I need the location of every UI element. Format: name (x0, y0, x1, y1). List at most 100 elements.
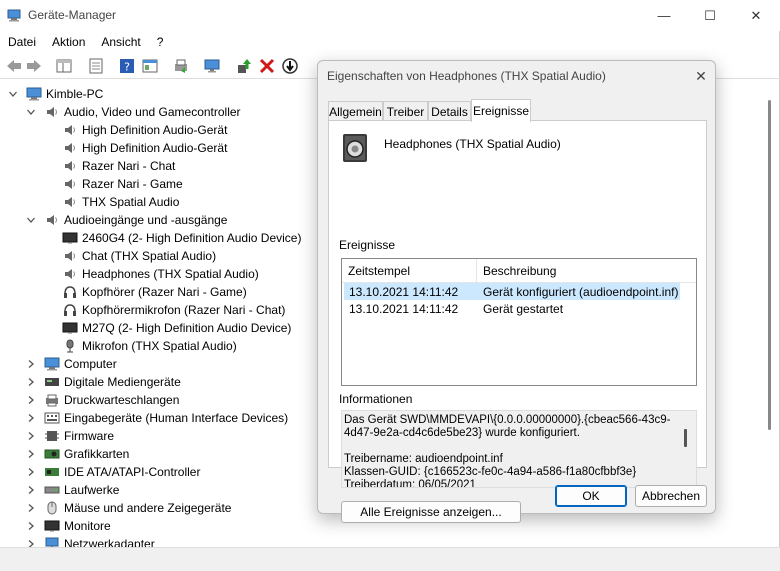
menu-datei[interactable]: Datei (0, 35, 44, 49)
expand-chevron-icon[interactable] (26, 467, 36, 477)
tree-item[interactable]: Audioeingänge und -ausgänge (26, 211, 227, 229)
event-row[interactable]: 13.10.2021 14:11:42 Gerät gestartet (344, 300, 680, 317)
monitor-icon (44, 520, 60, 532)
update-driver-icon[interactable] (235, 57, 253, 75)
tree-item[interactable]: M27Q (2- High Definition Audio Device) (44, 319, 291, 337)
column-separator[interactable] (476, 259, 477, 283)
tree-item-label: Computer (64, 357, 117, 371)
expand-chevron-icon[interactable] (26, 431, 36, 441)
svg-text:?: ? (124, 61, 130, 74)
menu-aktion[interactable]: Aktion (44, 35, 93, 49)
expand-chevron-icon[interactable] (26, 413, 36, 423)
dialog-close-icon[interactable]: ✕ (690, 65, 712, 87)
cancel-button[interactable]: Abbrechen (635, 485, 707, 507)
collapse-chevron-icon[interactable] (8, 89, 18, 99)
tree-item[interactable]: THX Spatial Audio (44, 193, 179, 211)
tree-item[interactable]: Kopfhörermikrofon (Razer Nari - Chat) (44, 301, 285, 319)
tree-item-label: Digitale Mediengeräte (64, 375, 181, 389)
tab-ereignisse[interactable]: Ereignisse (471, 99, 531, 122)
event-description: Gerät konfiguriert (audioendpoint.inf) (483, 285, 679, 299)
expand-chevron-icon[interactable] (26, 377, 36, 387)
event-row[interactable]: 13.10.2021 14:11:42 Gerät konfiguriert (… (344, 283, 680, 300)
scan-hardware-icon[interactable] (203, 57, 221, 75)
tree-item-label: Audio, Video und Gamecontroller (64, 105, 241, 119)
properties-icon[interactable] (55, 57, 73, 75)
tree-item[interactable]: Audio, Video und Gamecontroller (26, 103, 241, 121)
tree-item[interactable]: High Definition Audio-Gerät (44, 139, 227, 157)
collapse-chevron-icon[interactable] (26, 215, 36, 225)
uninstall-icon[interactable] (258, 57, 276, 75)
tree-scrollbar-thumb[interactable] (768, 100, 771, 430)
tab-treiber[interactable]: Treiber (383, 101, 428, 121)
tree-item-label: Laufwerke (64, 483, 120, 497)
firmware-icon (45, 431, 59, 441)
info-line: Klassen-GUID: {c166523c-fe0c-4a94-a586-f… (344, 466, 637, 478)
column-zeitstempel[interactable]: Zeitstempel (348, 264, 410, 278)
info-label: Informationen (339, 392, 413, 406)
tree-scrollbar[interactable] (765, 82, 777, 547)
tree-item[interactable]: Digitale Mediengeräte (26, 373, 181, 391)
tree-item[interactable]: Razer Nari - Chat (44, 157, 175, 175)
tree-item-label: Firmware (64, 429, 114, 443)
tree-item[interactable]: Razer Nari - Game (44, 175, 183, 193)
minimize-button[interactable]: — (641, 0, 687, 31)
help-icon[interactable]: ? (118, 57, 136, 75)
forward-arrow-icon[interactable] (25, 57, 43, 75)
tree-item[interactable]: Mikrofon (THX Spatial Audio) (44, 337, 237, 355)
expand-chevron-icon[interactable] (26, 503, 36, 513)
document-icon[interactable] (87, 57, 105, 75)
all-events-button[interactable]: Alle Ereignisse anzeigen... (341, 501, 521, 523)
tree-item[interactable]: Firmware (26, 427, 114, 445)
tree-item[interactable]: Kopfhörer (Razer Nari - Game) (44, 283, 247, 301)
tree-item[interactable]: Eingabegeräte (Human Interface Devices) (26, 409, 288, 427)
tree-item[interactable]: Headphones (THX Spatial Audio) (44, 265, 259, 283)
expand-chevron-icon[interactable] (26, 449, 36, 459)
expand-chevron-icon[interactable] (26, 521, 36, 531)
headphones-icon (64, 304, 76, 316)
tree-item[interactable]: Laufwerke (26, 481, 119, 499)
tree-item[interactable]: Mäuse und andere Zeigegeräte (26, 499, 231, 517)
tree-item-label: Headphones (THX Spatial Audio) (82, 267, 259, 281)
tree-item[interactable]: 2460G4 (2- High Definition Audio Device) (44, 229, 301, 247)
events-list[interactable]: Zeitstempel Beschreibung 13.10.2021 14:1… (341, 258, 697, 386)
event-time: 13.10.2021 14:11:42 (349, 302, 459, 316)
expand-chevron-icon[interactable] (26, 485, 36, 495)
tree-item[interactable]: Computer (26, 355, 117, 373)
back-arrow-icon[interactable] (5, 57, 23, 75)
menu-help[interactable]: ? (149, 35, 172, 49)
info-line: Das Gerät SWD\MMDEVAPI\{0.0.0.00000000}.… (344, 414, 671, 426)
tree-root[interactable]: Kimble-PC (8, 85, 103, 103)
expand-chevron-icon[interactable] (26, 395, 36, 405)
collapse-chevron-icon[interactable] (26, 107, 36, 117)
tree-item[interactable]: Monitore (26, 517, 111, 535)
tree-item[interactable]: Grafikkarten (26, 445, 129, 463)
menu-ansicht[interactable]: Ansicht (93, 35, 148, 49)
device-manager-icon (7, 9, 21, 22)
close-button[interactable]: ✕ (733, 0, 779, 31)
info-scrollbar-thumb[interactable] (684, 429, 687, 447)
device-name: Headphones (THX Spatial Audio) (384, 137, 561, 151)
print-icon[interactable] (172, 57, 190, 75)
tab-details[interactable]: Details (428, 101, 471, 121)
tree-item-label: Netzwerkadapter (64, 537, 155, 547)
tab-allgemein[interactable]: Allgemein (328, 101, 383, 121)
tree-item[interactable]: High Definition Audio-Gerät (44, 121, 227, 139)
tree-item[interactable]: Druckwarteschlangen (26, 391, 179, 409)
tree-item-label: Audioeingänge und -ausgänge (64, 213, 228, 227)
expand-chevron-icon[interactable] (26, 359, 36, 369)
tree-item-label: 2460G4 (2- High Definition Audio Device) (82, 231, 302, 245)
speaker-icon (65, 197, 75, 207)
maximize-button[interactable]: ☐ (687, 0, 733, 31)
window-view-icon[interactable] (141, 57, 159, 75)
ok-button[interactable]: OK (555, 485, 627, 507)
tree-item[interactable]: Chat (THX Spatial Audio) (44, 247, 216, 265)
tree-item[interactable]: IDE ATA/ATAPI-Controller (26, 463, 200, 481)
titlebar[interactable]: Geräte-Manager — ☐ ✕ (0, 0, 780, 31)
column-beschreibung[interactable]: Beschreibung (483, 264, 556, 278)
monitor-icon (62, 232, 78, 244)
tree-item-label: High Definition Audio-Gerät (82, 141, 228, 155)
disable-device-icon[interactable] (281, 57, 299, 75)
event-info-text[interactable]: Das Gerät SWD\MMDEVAPI\{0.0.0.00000000}.… (341, 410, 697, 488)
expand-chevron-icon[interactable] (26, 539, 36, 547)
tree-item[interactable]: Netzwerkadapter (26, 535, 155, 547)
